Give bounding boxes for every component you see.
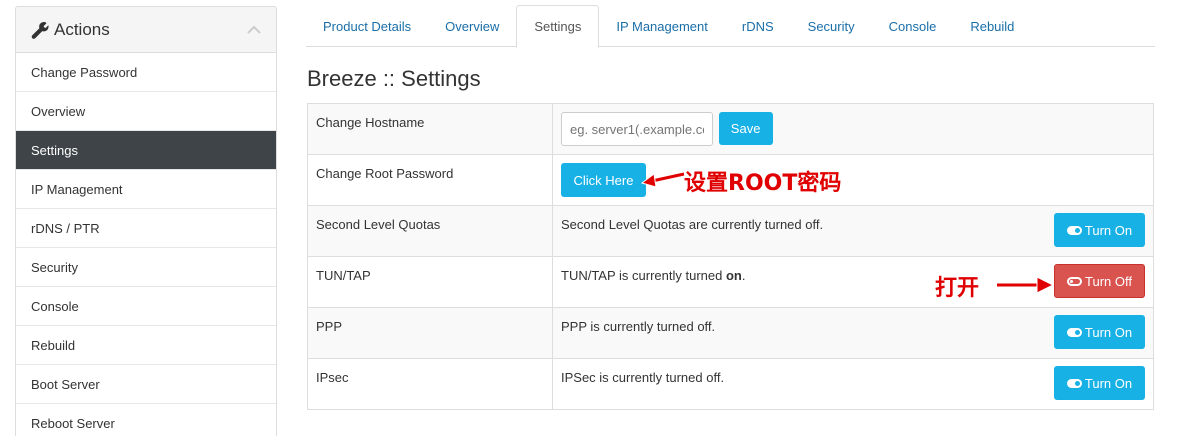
ipsec-turn-on-button[interactable]: Turn On	[1054, 366, 1145, 400]
setting-value: IPSec is currently turned off. Turn On	[552, 358, 1154, 410]
tab-settings[interactable]: Settings	[516, 5, 600, 48]
setting-value: PPP is currently turned off. Turn On	[552, 307, 1154, 359]
product-tabs: Product Details Overview Settings IP Man…	[306, 5, 1155, 48]
setting-label: Change Root Password	[307, 154, 553, 206]
sidebar-item-settings[interactable]: Settings	[16, 131, 276, 170]
setting-label: IPsec	[307, 358, 553, 410]
setting-label: Change Hostname	[307, 103, 553, 155]
annotation-arrow-root	[640, 171, 685, 188]
sidebar-item-rebuild[interactable]: Rebuild	[16, 326, 276, 365]
toggle-on-icon	[1066, 378, 1082, 388]
tuntap-status-text: TUN/TAP is currently turned on.	[561, 267, 745, 283]
button-label: Turn On	[1084, 222, 1133, 238]
setting-value: Second Level Quotas are currently turned…	[552, 205, 1154, 257]
setting-label: PPP	[307, 307, 553, 359]
toggle-off-icon	[1067, 276, 1083, 286]
setting-row-ipsec: IPsec IPSec is currently turned off. Tur…	[307, 358, 1154, 410]
sidebar-title: Actions	[54, 19, 110, 39]
ppp-status-text: PPP is currently turned off.	[561, 319, 716, 334]
tab-product-details[interactable]: Product Details	[306, 5, 428, 47]
setting-row-hostname: Change Hostname Save	[307, 103, 1154, 155]
setting-row-quotas: Second Level Quotas Second Level Quotas …	[307, 205, 1154, 257]
tab-overview[interactable]: Overview	[428, 5, 516, 47]
button-label: Turn Off	[1085, 273, 1132, 289]
wrench-icon	[31, 21, 49, 39]
chevron-up-icon[interactable]	[247, 25, 261, 35]
annotation-arrow-tuntap	[997, 276, 1055, 294]
ppp-turn-on-button[interactable]: Turn On	[1054, 315, 1145, 349]
annotation-tuntap: 打开	[935, 276, 980, 301]
setting-value: TUN/TAP is currently turned on. Turn Off	[552, 256, 1154, 308]
button-label: Turn On	[1084, 324, 1133, 340]
tuntap-status-suffix: .	[741, 268, 746, 283]
tab-security[interactable]: Security	[791, 5, 872, 47]
setting-label: TUN/TAP	[307, 256, 553, 308]
sidebar-item-change-password[interactable]: Change Password	[16, 53, 276, 92]
actions-sidebar: Actions Change Password Overview Setting…	[15, 6, 277, 436]
sidebar-item-overview[interactable]: Overview	[16, 92, 276, 131]
tab-ip-management[interactable]: IP Management	[599, 5, 725, 47]
tuntap-status-value: on	[725, 268, 742, 283]
toggle-on-icon	[1066, 327, 1082, 337]
tab-rdns[interactable]: rDNS	[725, 5, 791, 47]
save-hostname-button[interactable]: Save	[718, 112, 773, 145]
tab-console[interactable]: Console	[872, 5, 954, 47]
sidebar-item-console[interactable]: Console	[16, 287, 276, 326]
sidebar-item-security[interactable]: Security	[16, 248, 276, 287]
tab-rebuild[interactable]: Rebuild	[953, 5, 1031, 47]
toggle-on-icon	[1066, 225, 1082, 235]
setting-row-ppp: PPP PPP is currently turned off. Turn On	[307, 307, 1154, 359]
setting-label: Second Level Quotas	[307, 205, 553, 257]
setting-value: Save	[552, 103, 1154, 155]
button-label: Turn On	[1084, 375, 1133, 391]
settings-table: Change Hostname Save Change Root Passwor…	[307, 103, 1154, 410]
ipsec-status-text: IPSec is currently turned off.	[561, 370, 725, 385]
change-root-password-button[interactable]: Click Here	[561, 163, 646, 197]
sidebar-item-reboot-server[interactable]: Reboot Server	[16, 404, 276, 436]
quotas-status-text: Second Level Quotas are currently turned…	[561, 217, 824, 232]
quotas-turn-on-button[interactable]: Turn On	[1054, 213, 1145, 247]
tuntap-status-prefix: TUN/TAP is currently turned	[561, 268, 726, 283]
sidebar-item-ip-management[interactable]: IP Management	[16, 170, 276, 209]
sidebar-item-boot-server[interactable]: Boot Server	[16, 365, 276, 404]
tuntap-turn-off-button[interactable]: Turn Off	[1054, 264, 1145, 298]
sidebar-item-rdns-ptr[interactable]: rDNS / PTR	[16, 209, 276, 248]
annotation-root-password: 设置ROOT密码	[684, 171, 842, 196]
sidebar-header[interactable]: Actions	[16, 7, 276, 53]
page-title: Breeze :: Settings	[307, 66, 481, 91]
hostname-input[interactable]	[561, 112, 713, 146]
